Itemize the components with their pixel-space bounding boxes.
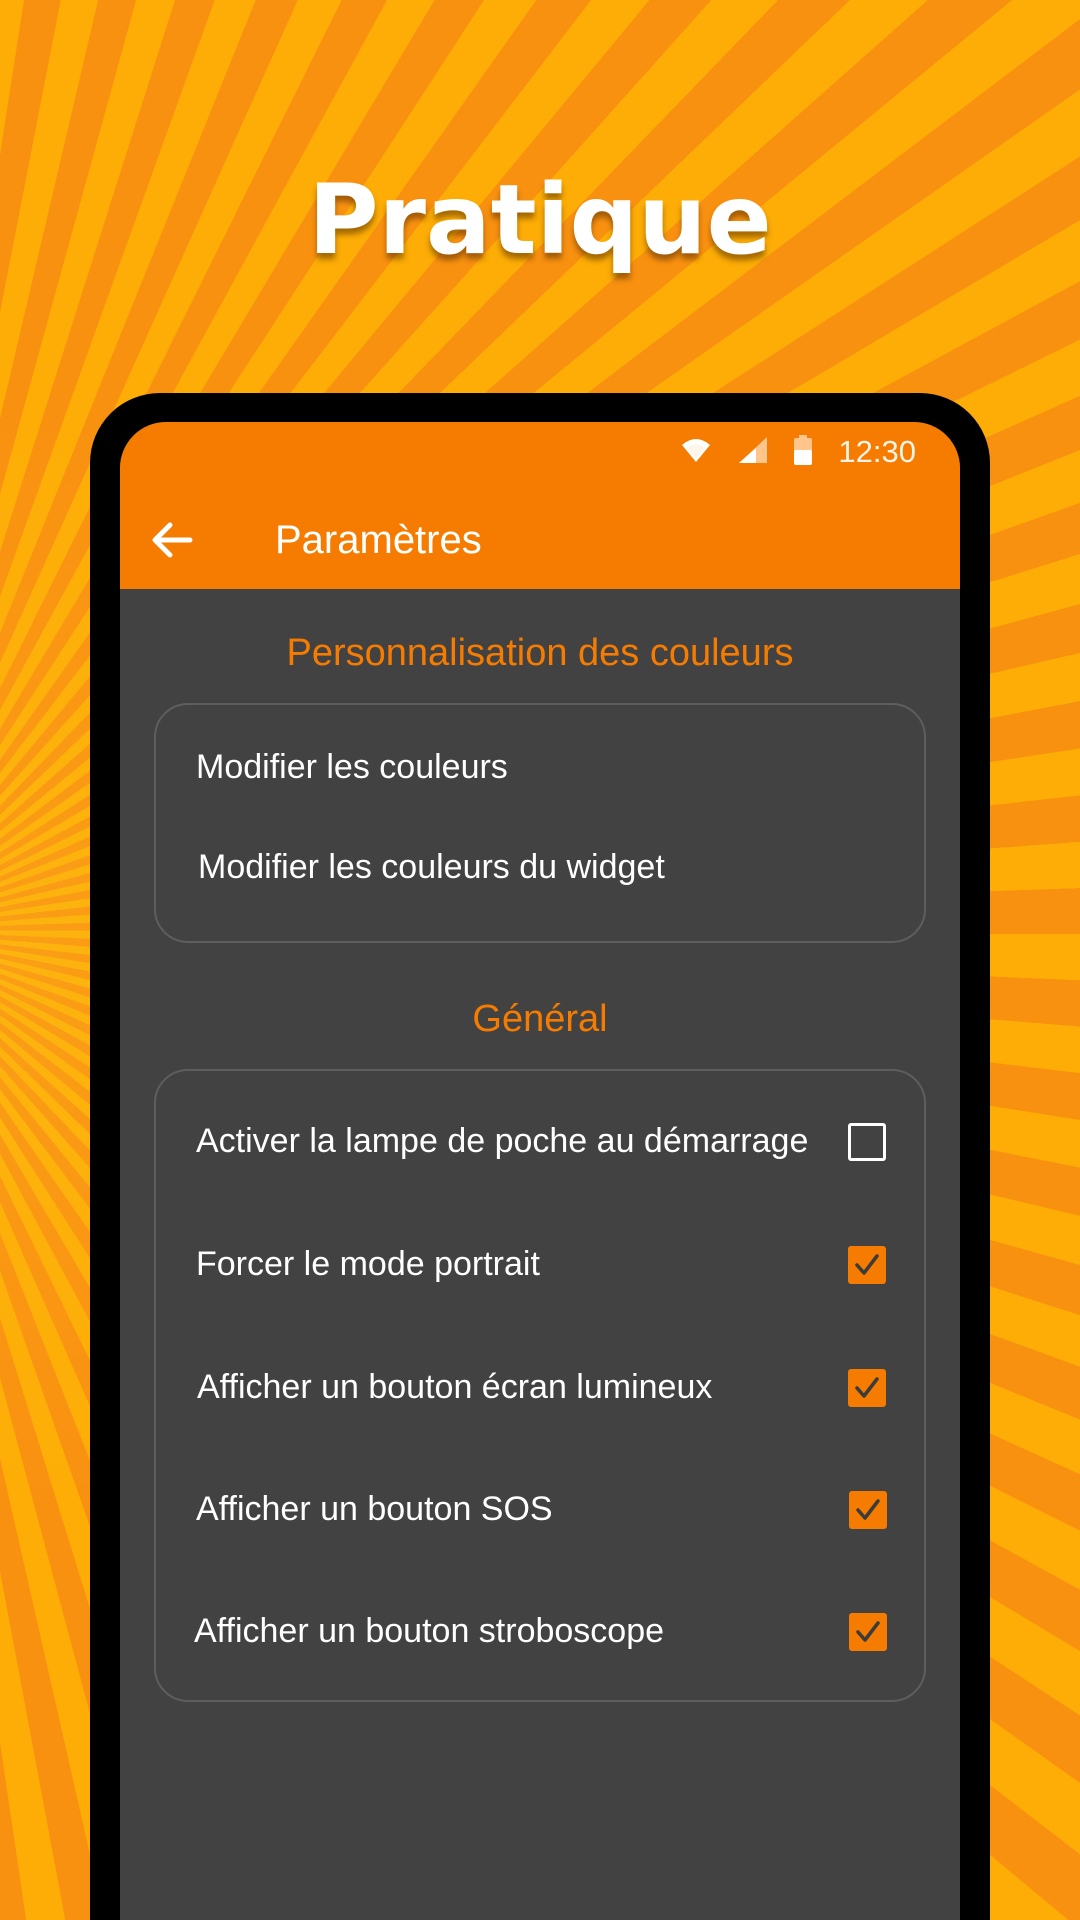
section-title-colors: Personnalisation des couleurs (286, 632, 794, 674)
setting-label: Afficher un bouton SOS (196, 1490, 553, 1528)
toolbar: Paramètres (120, 492, 960, 588)
setting-label: Afficher un bouton stroboscope (194, 1612, 665, 1650)
signal-icon (738, 436, 768, 469)
checkbox-strobe-button[interactable] (849, 1613, 887, 1651)
status-time: 12:30 (838, 434, 916, 469)
modify-colors-item[interactable]: Modifier les couleurs (156, 717, 924, 817)
app-bar: 12:30 Paramètres (120, 422, 960, 589)
checkbox-flashlight-on-start[interactable] (848, 1123, 886, 1161)
setting-row-bright-screen-button[interactable]: Afficher un bouton écran lumineux (156, 1337, 924, 1437)
checkmark-icon (856, 1499, 880, 1520)
modify-widget-colors-item[interactable]: Modifier les couleurs du widget (156, 817, 924, 917)
back-button[interactable] (142, 510, 202, 570)
item-label: Modifier les couleurs (196, 748, 508, 786)
setting-row-flashlight-on-start[interactable]: Activer la lampe de poche au démarrage (156, 1091, 924, 1191)
promo-headline: Pratique (308, 164, 772, 276)
setting-row-force-portrait[interactable]: Forcer le mode portrait (156, 1214, 924, 1314)
checkmark-icon (855, 1254, 879, 1275)
page-title: Paramètres (275, 518, 482, 562)
setting-label: Activer la lampe de poche au démarrage (196, 1122, 809, 1160)
setting-row-strobe-button[interactable]: Afficher un bouton stroboscope (156, 1581, 924, 1681)
battery-icon (794, 434, 813, 470)
general-card: Activer la lampe de poche au démarrage F… (154, 1069, 926, 1702)
setting-label: Afficher un bouton écran lumineux (197, 1368, 713, 1406)
checkbox-sos-button[interactable] (849, 1491, 887, 1529)
checkbox-force-portrait[interactable] (848, 1246, 886, 1284)
section-title-general: Général (472, 998, 608, 1040)
arrow-left-icon (152, 522, 193, 558)
wifi-icon (680, 437, 712, 468)
checkmark-icon (855, 1377, 879, 1398)
checkmark-icon (856, 1621, 880, 1642)
phone-screen: 12:30 Paramètres Personnalisation des co… (120, 422, 960, 1920)
setting-row-sos-button[interactable]: Afficher un bouton SOS (156, 1459, 924, 1559)
colors-card: Modifier les couleurs Modifier les coule… (154, 703, 926, 943)
setting-label: Forcer le mode portrait (196, 1245, 540, 1283)
checkbox-bright-screen-button[interactable] (848, 1369, 886, 1407)
item-label: Modifier les couleurs du widget (198, 848, 665, 886)
status-bar: 12:30 (680, 422, 916, 482)
